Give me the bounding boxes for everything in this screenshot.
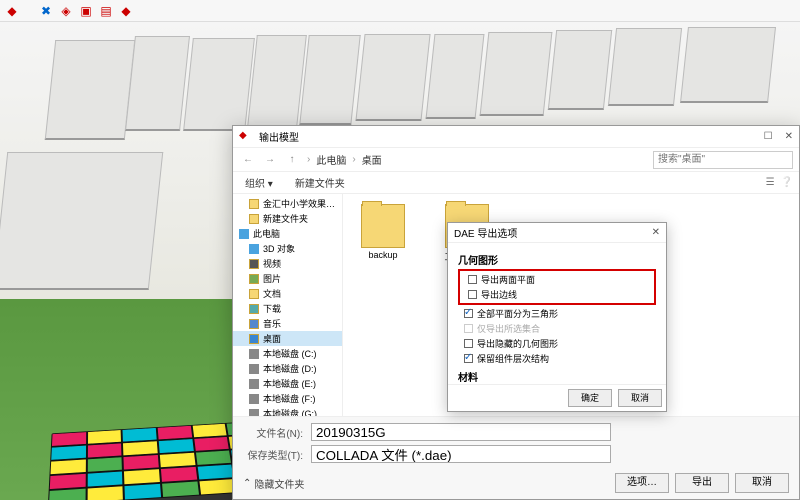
search-input[interactable] (653, 151, 793, 169)
options-ok-button[interactable]: 确定 (568, 389, 612, 407)
breadcrumb: ← → ↑ › 此电脑 › 桌面 (233, 148, 799, 172)
crumb-desktop[interactable]: 桌面 (362, 152, 382, 167)
options-cancel-button[interactable]: 取消 (618, 389, 662, 407)
export-dialog-titlebar[interactable]: ◆ 输出模型 ☐ ✕ (233, 126, 799, 148)
app-small-icon: ◆ (239, 130, 253, 144)
cancel-button[interactable]: 取消 (735, 473, 789, 493)
nav-fwd-icon[interactable]: → (261, 154, 279, 165)
close-icon[interactable]: ✕ (785, 131, 793, 142)
options-button[interactable]: 选项… (615, 473, 669, 493)
folder-tree[interactable]: 金汇中小学效果… 新建文件夹 此电脑 3D 对象 视频 图片 文档 下载 音乐 … (233, 194, 343, 416)
tool-ruby-icon[interactable]: ◆ (118, 3, 134, 19)
tool-cube1-icon[interactable]: ▣ (78, 3, 94, 19)
tool-cross-icon[interactable]: ✖ (38, 3, 54, 19)
tool-cube2-icon[interactable]: ▤ (98, 3, 114, 19)
opt-two-faces[interactable]: 导出两面平面 (481, 273, 535, 286)
savetype-select[interactable] (311, 445, 611, 463)
savetype-label: 保存类型(T): (243, 447, 303, 462)
opt-triangulate[interactable]: 全部平面分为三角形 (477, 307, 558, 320)
section-geometry: 几何图形 (458, 252, 656, 267)
newfolder-button[interactable]: 新建文件夹 (289, 174, 351, 191)
help-icon[interactable]: ❔ (781, 177, 793, 188)
chevron-down-icon: ⌃ (243, 478, 251, 489)
opt-edges[interactable]: 导出边线 (481, 288, 517, 301)
organize-button[interactable]: 组织 ▾ (239, 174, 279, 191)
filename-label: 文件名(N): (243, 425, 303, 440)
export-button[interactable]: 导出 (675, 473, 729, 493)
hide-folders-link[interactable]: ⌃ 隐藏文件夹 (243, 476, 304, 491)
crumb-pc[interactable]: 此电脑 (316, 152, 346, 167)
opt-hierarchy[interactable]: 保留组件层次结构 (477, 352, 549, 365)
filename-input[interactable] (311, 423, 611, 441)
folder-icon (361, 204, 405, 248)
opt-hidden-geom[interactable]: 导出隐藏的几何图形 (477, 337, 558, 350)
highlighted-options: 导出两面平面 导出边线 (458, 269, 656, 305)
tool-gem-icon[interactable]: ◈ (58, 3, 74, 19)
options-close-icon[interactable]: ✕ (652, 227, 660, 238)
app-icon: ◆ (4, 3, 20, 19)
dae-options-dialog: DAE 导出选项 ✕ 几何图形 导出两面平面 导出边线 全部平面分为三角形 仅导… (447, 222, 667, 412)
view-mode-icon[interactable]: ☰ (766, 177, 775, 188)
options-titlebar[interactable]: DAE 导出选项 ✕ (448, 223, 666, 243)
nav-up-icon[interactable]: ↑ (283, 154, 301, 165)
maximize-icon[interactable]: ☐ (764, 131, 773, 142)
export-dialog-title: 输出模型 (259, 129, 299, 144)
main-toolbar: ◆ ✖ ◈ ▣ ▤ ◆ (0, 0, 800, 22)
tree-desktop-selected: 桌面 (233, 331, 342, 346)
options-title: DAE 导出选项 (454, 225, 517, 240)
section-material: 材料 (458, 369, 656, 384)
nav-back-icon[interactable]: ← (239, 154, 257, 165)
opt-only-sel: 仅导出所选集合 (477, 322, 540, 335)
folder-backup[interactable]: backup (353, 204, 413, 260)
